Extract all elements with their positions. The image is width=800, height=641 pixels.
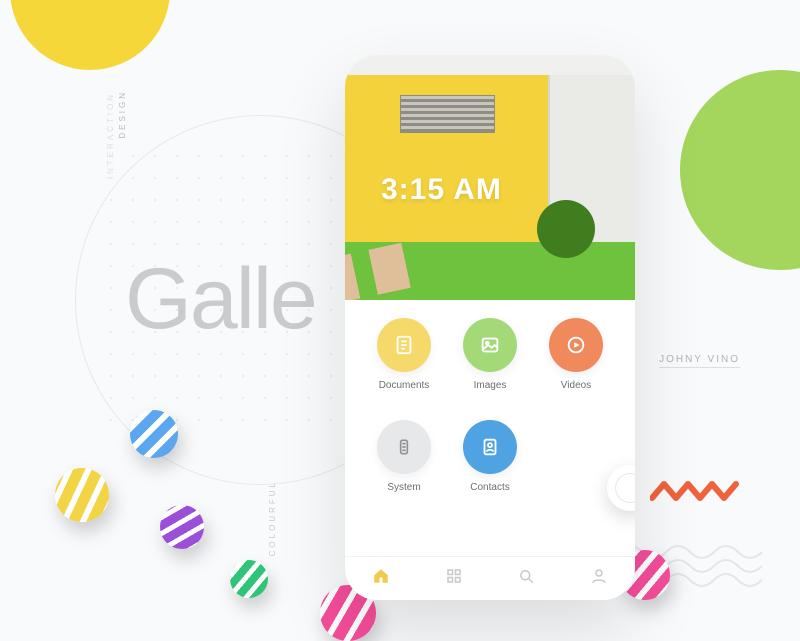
- label-interaction: INTERACTION: [106, 92, 115, 179]
- tile-contacts[interactable]: Contacts: [463, 420, 517, 518]
- ball-green: [230, 560, 268, 598]
- bush-graphic: [537, 200, 595, 258]
- watermark-text: Galle: [125, 250, 316, 349]
- ball-purple: [160, 505, 204, 549]
- tile-label: System: [387, 482, 420, 493]
- bottom-nav: [345, 556, 635, 600]
- ball-blue: [130, 410, 178, 458]
- label-colourful: COLOURFUL: [268, 480, 277, 556]
- hero-image[interactable]: 3:15 AM: [345, 55, 635, 300]
- tile-images[interactable]: Images: [463, 318, 517, 416]
- designer-credit: JOHNY VINO: [659, 354, 740, 368]
- tile-label: Contacts: [470, 482, 509, 493]
- zigzag-decoration: [650, 480, 740, 504]
- tile-system[interactable]: System: [377, 420, 431, 518]
- tile-documents[interactable]: Documents: [377, 318, 431, 416]
- documents-icon: [377, 318, 431, 372]
- nav-profile[interactable]: [590, 567, 608, 590]
- ball-yellow: [55, 468, 109, 522]
- tile-videos[interactable]: Videos: [549, 318, 603, 416]
- nav-grid[interactable]: [445, 567, 463, 590]
- tile-label: Images: [474, 380, 507, 391]
- videos-icon: [549, 318, 603, 372]
- category-grid: Documents Images Videos System Contacts: [345, 300, 635, 556]
- contacts-icon: [463, 420, 517, 474]
- vent-graphic: [400, 95, 495, 133]
- tile-label: Documents: [379, 380, 430, 391]
- phone-frame: 3:15 AM Documents Images Videos System: [345, 55, 635, 600]
- bg-circle-yellow: [10, 0, 170, 70]
- clock-time: 3:15 AM: [381, 173, 502, 207]
- tile-label: Videos: [561, 380, 591, 391]
- system-icon: [377, 420, 431, 474]
- nav-search[interactable]: [517, 567, 535, 590]
- label-design: DESIGN: [118, 90, 127, 139]
- nav-home[interactable]: [372, 567, 390, 590]
- images-icon: [463, 318, 517, 372]
- bg-circle-green: [680, 70, 800, 270]
